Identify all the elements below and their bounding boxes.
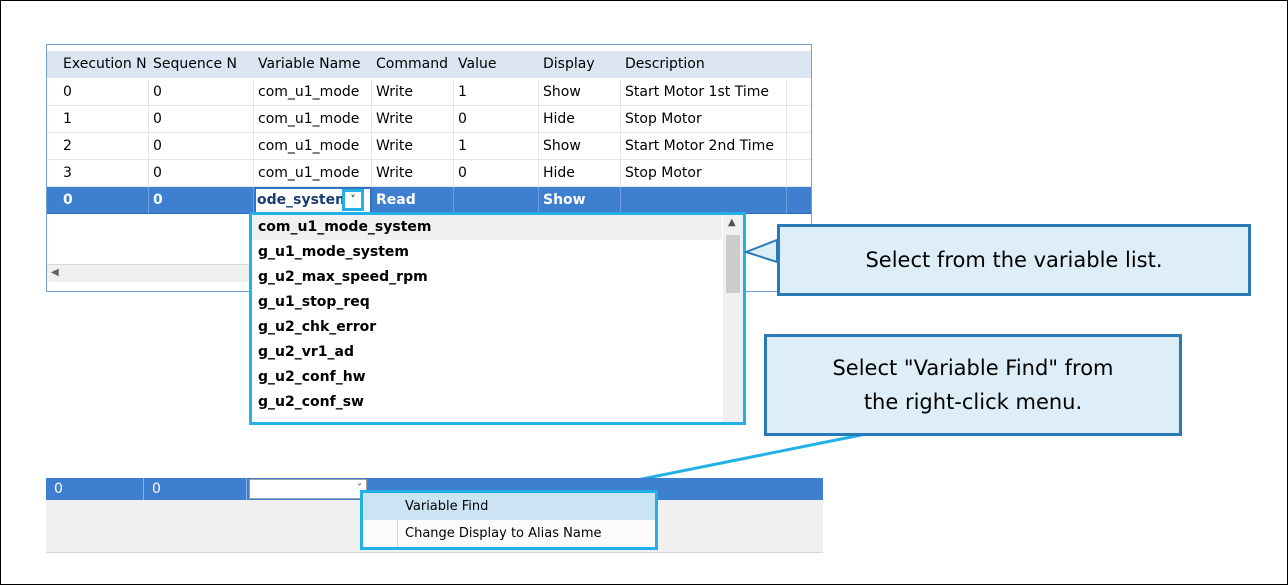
callout-1-pointer bbox=[743, 238, 778, 264]
callout-select-list: Select from the variable list. bbox=[777, 224, 1251, 296]
menu-item-variable-find[interactable]: Variable Find bbox=[363, 493, 655, 520]
callout-line-1: Select "Variable Find" from bbox=[832, 356, 1114, 380]
variable-name-input[interactable]: ˅ bbox=[249, 479, 367, 499]
menu-item-change-display-alias[interactable]: Change Display to Alias Name bbox=[363, 520, 655, 547]
cell-sequence: 0 bbox=[144, 478, 247, 500]
cell-execution: 0 bbox=[46, 478, 144, 500]
context-menu[interactable]: Variable Find Change Display to Alias Na… bbox=[360, 490, 658, 550]
callout-variable-find: Select "Variable Find" from the right-cl… bbox=[764, 334, 1182, 436]
callout-line-2: the right-click menu. bbox=[863, 390, 1083, 414]
